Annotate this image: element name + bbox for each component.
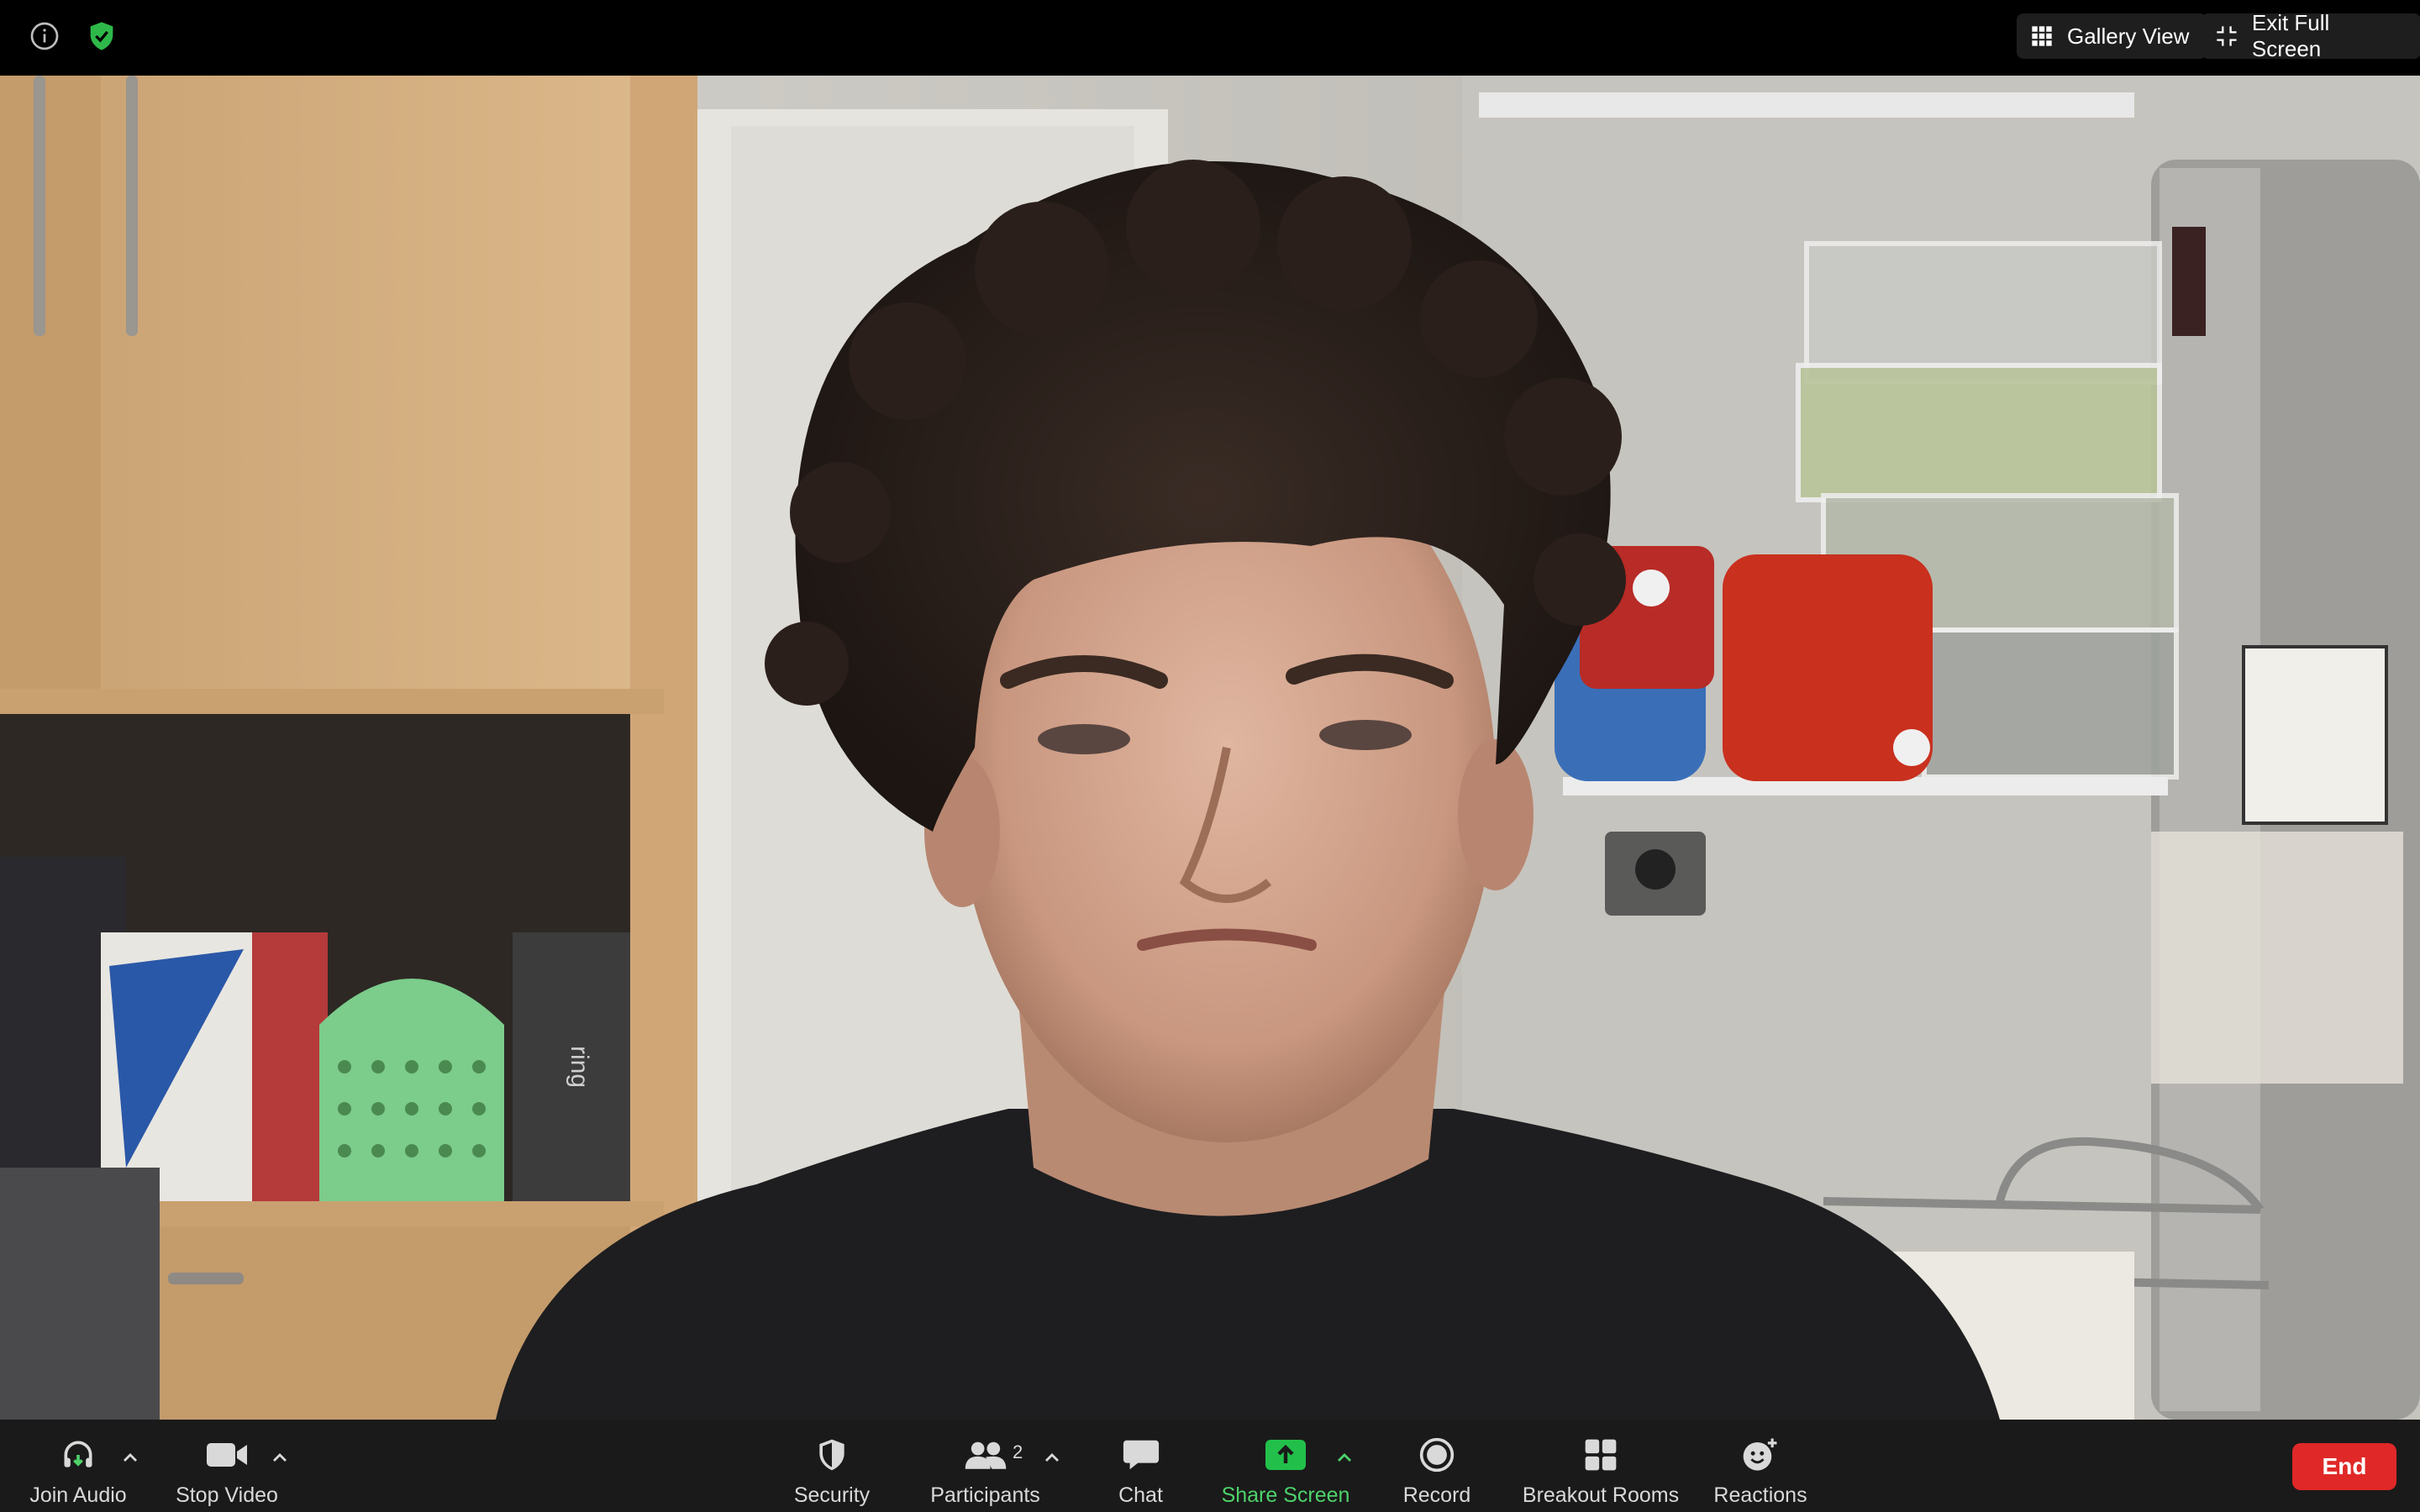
end-meeting-button[interactable]: End [2292,1443,2396,1490]
green-box [319,979,504,1201]
record-icon [1418,1435,1455,1475]
breakout-rooms-button[interactable]: Breakout Rooms [1512,1420,1689,1512]
meeting-toolbar: Join Audio Stop Video Security Participa… [0,1420,2420,1512]
share-screen-label: Share Screen [1221,1483,1350,1507]
chevron-up-icon [273,1453,287,1462]
headphones-icon [58,1435,98,1475]
security-label: Security [793,1483,871,1507]
record-button[interactable]: Record [1386,1420,1487,1512]
join-audio-label: Join Audio [29,1483,127,1507]
audio-options-caret[interactable] [118,1445,143,1470]
exit-full-screen-icon [2217,26,2237,46]
share-screen-icon [1264,1435,1307,1475]
grid-icon [2032,26,2052,46]
exit-full-screen-button[interactable]: Exit Full Screen [2202,10,2420,61]
share-screen-options-caret[interactable] [1332,1445,1357,1470]
chevron-up-icon [124,1453,137,1462]
gallery-view-label: Gallery View [2067,23,2190,49]
participants-count: 2 [1013,1441,1023,1462]
participants-options-caret[interactable] [1039,1445,1065,1470]
breakout-rooms-label: Breakout Rooms [1522,1483,1680,1507]
reactions-button[interactable]: Reactions [1706,1420,1815,1512]
ring-box-label: ring [566,1046,593,1088]
video-camera-icon [205,1435,249,1475]
smiley-plus-icon [1741,1435,1780,1475]
chat-button[interactable]: Chat [1092,1420,1189,1512]
gallery-view-button[interactable]: Gallery View [2017,13,2207,59]
reactions-label: Reactions [1713,1483,1807,1507]
upper-cabinet [0,76,697,714]
stop-video-button[interactable]: Stop Video [172,1420,281,1512]
video-feed[interactable]: ring [0,76,2420,1420]
chat-bubble-icon [1122,1435,1160,1475]
breakout-rooms-icon [1582,1435,1619,1475]
shield-icon [813,1435,850,1475]
chevron-up-icon [1338,1453,1351,1462]
security-button[interactable]: Security [781,1420,882,1512]
chevron-up-icon [1045,1453,1059,1462]
stop-video-label: Stop Video [176,1483,278,1507]
chat-label: Chat [1118,1483,1163,1507]
record-label: Record [1402,1483,1471,1507]
info-circle-icon[interactable] [25,17,64,55]
shield-check-icon[interactable] [82,17,121,55]
people-icon [962,1435,1009,1475]
exit-full-screen-label: Exit Full Screen [2251,10,2330,61]
video-options-caret[interactable] [267,1445,292,1470]
join-audio-button[interactable]: Join Audio [24,1420,133,1512]
participants-button[interactable]: Participants [924,1420,1046,1512]
participants-label: Participants [930,1483,1040,1507]
top-bar: Gallery View Exit Full Screen [0,0,2420,76]
